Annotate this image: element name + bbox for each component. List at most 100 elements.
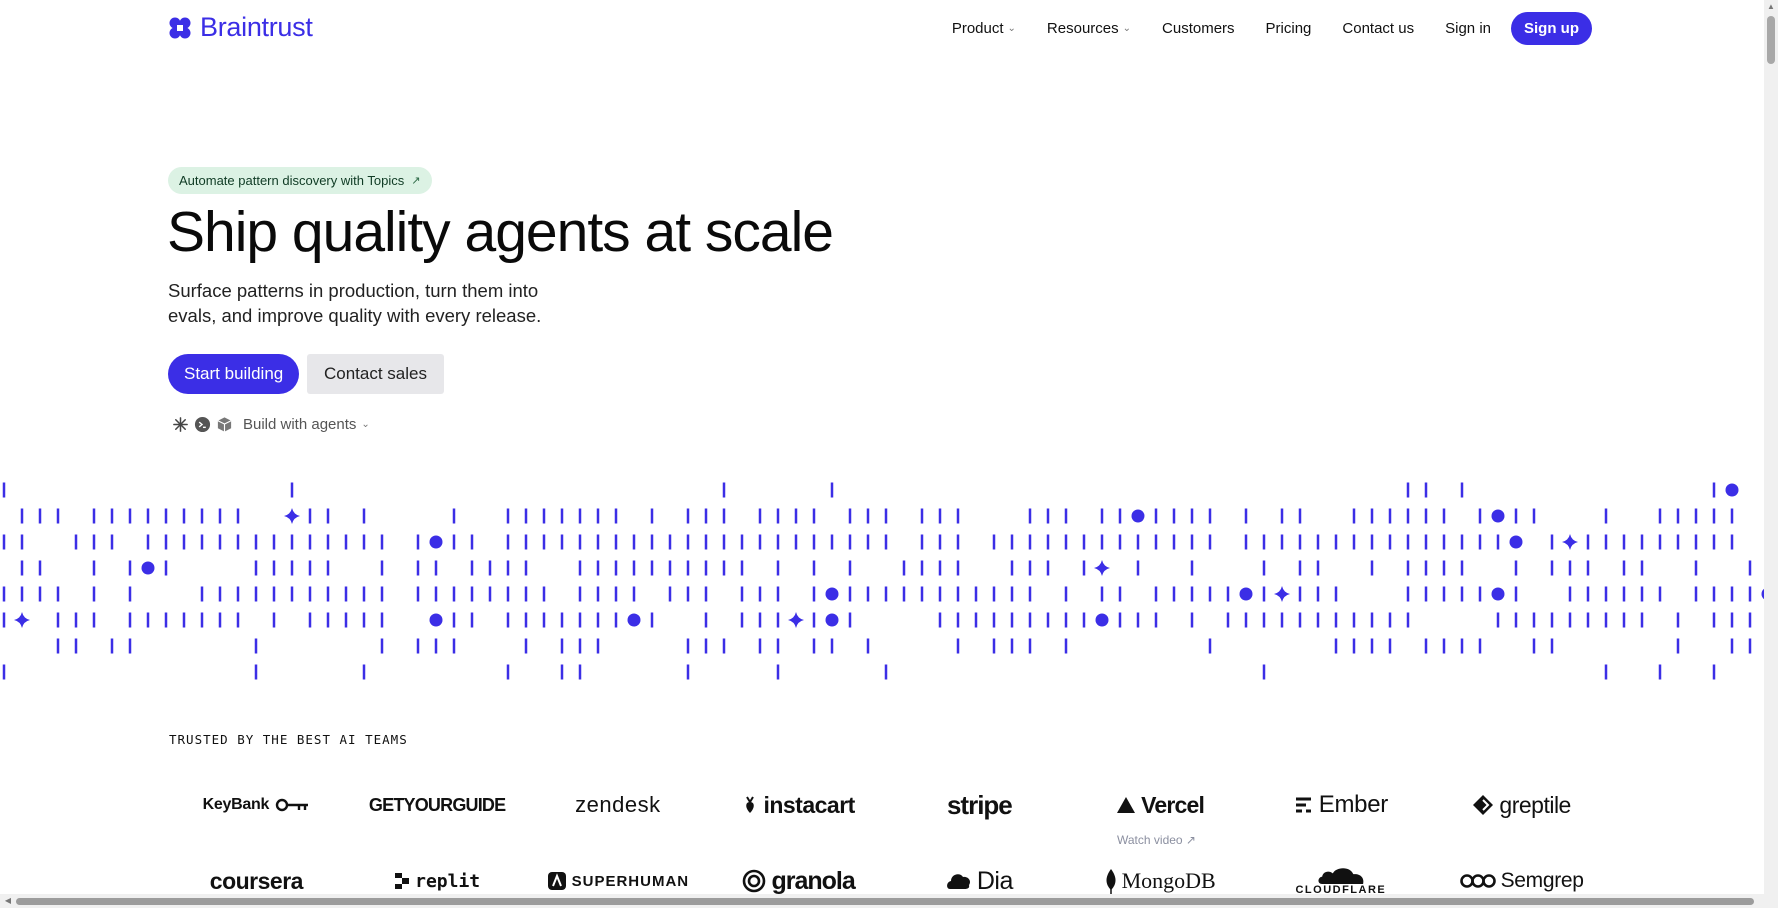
pattern-tick [848,612,852,628]
pattern-tick [1046,534,1050,550]
pattern-tick [884,534,888,550]
pattern-tick [1298,586,1302,602]
nav-customers[interactable]: Customers [1162,20,1235,37]
pattern-tick [470,612,474,628]
pattern-tick [1586,586,1590,602]
pattern-tick [956,612,960,628]
build-with-agents-dropdown[interactable]: Build with agents ⌄ [172,416,370,433]
pattern-tick [542,534,546,550]
sign-up-button[interactable]: Sign up [1511,12,1592,45]
pattern-tick [1406,612,1410,628]
pattern-dot [1491,509,1505,523]
pattern-tick [1730,638,1734,654]
pattern-tick [776,534,780,550]
hero-subheadline: Surface patterns in production, turn the… [168,280,542,326]
pattern-tick [776,664,780,680]
nav-product[interactable]: Product ⌄ [952,20,1016,37]
pattern-tick [524,612,528,628]
pattern-tick [1658,664,1662,680]
pattern-tick [1298,560,1302,576]
arrow-up-right-icon: ↗ [411,175,421,187]
pattern-sparkle [1274,586,1290,602]
logo-keybank: KeyBank [166,790,347,820]
brand-logo[interactable]: Braintrust [168,12,313,43]
terminal-icon [194,416,211,433]
pattern-tick [704,612,708,628]
pattern-tick [1190,508,1194,524]
pattern-tick [524,508,528,524]
pattern-tick [1334,638,1338,654]
scroll-left-arrow-icon[interactable]: ◀ [3,896,13,906]
pattern-sparkle [284,508,300,524]
pattern-tick [902,586,906,602]
start-building-button[interactable]: Start building [168,354,300,394]
pattern-tick [1064,638,1068,654]
semgrep-mark-icon [1459,874,1496,888]
pattern-tick [434,586,438,602]
nav-contact-us[interactable]: Contact us [1342,20,1414,37]
pattern-tick [1028,612,1032,628]
pattern-tick [38,560,42,576]
pattern-tick [794,534,798,550]
pattern-tick [632,534,636,550]
nav-pricing[interactable]: Pricing [1266,20,1312,37]
pattern-tick [578,612,582,628]
pattern-tick [1100,586,1104,602]
pattern-dot [1095,613,1109,627]
pattern-tick [776,508,780,524]
pattern-tick [614,586,618,602]
pattern-tick [812,508,816,524]
pattern-tick [956,508,960,524]
pattern-tick [686,560,690,576]
pattern-tick [938,586,942,602]
pattern-tick [956,534,960,550]
nav-sign-in[interactable]: Sign in [1445,20,1491,37]
pattern-tick [1352,534,1356,550]
pattern-tick [974,612,978,628]
pattern-dot [1131,509,1145,523]
pattern-tick [1532,508,1536,524]
logo-instacart-text: instacart [763,791,855,818]
pattern-tick [1406,508,1410,524]
pattern-tick [992,586,996,602]
horizontal-scroll-thumb[interactable] [16,898,1754,905]
pattern-tick [452,612,456,628]
horizontal-scrollbar[interactable]: ◀ ▶ [0,894,1778,908]
pattern-tick [380,560,384,576]
pattern-tick [1694,508,1698,524]
vertical-scrollbar[interactable]: ▲ ▼ [1764,0,1778,908]
pattern-tick [308,612,312,628]
pattern-tick [596,612,600,628]
pattern-tick [614,560,618,576]
pattern-tick [722,638,726,654]
pattern-tick [146,508,150,524]
pattern-tick [1622,612,1626,628]
pattern-tick [830,482,834,498]
pattern-tick [272,586,276,602]
pattern-tick [1514,612,1518,628]
pattern-tick [1460,638,1464,654]
pattern-tick [1244,508,1248,524]
pattern-tick [380,612,384,628]
decorative-tick-pattern [2,482,1775,680]
pattern-dot [1509,535,1523,549]
pattern-tick [1028,586,1032,602]
scroll-up-arrow-icon[interactable]: ▲ [1767,2,1775,12]
watch-video-link[interactable]: Watch video ↗ [1117,833,1196,847]
nav-resources[interactable]: Resources ⌄ [1047,20,1131,37]
pattern-tick [1532,612,1536,628]
pattern-tick [326,534,330,550]
pattern-tick [1208,586,1212,602]
vertical-scroll-thumb[interactable] [1767,16,1775,64]
pattern-tick [1352,612,1356,628]
pattern-tick [416,560,420,576]
pattern-sparkle [1562,534,1578,550]
pattern-tick [362,664,366,680]
contact-sales-button[interactable]: Contact sales [307,354,444,394]
logo-stripe: stripe [889,790,1070,820]
pattern-tick [1280,534,1284,550]
pattern-tick [1064,586,1068,602]
announcement-pill[interactable]: Automate pattern discovery with Topics ↗ [168,167,433,194]
pattern-tick [704,560,708,576]
pattern-dot [627,613,641,627]
